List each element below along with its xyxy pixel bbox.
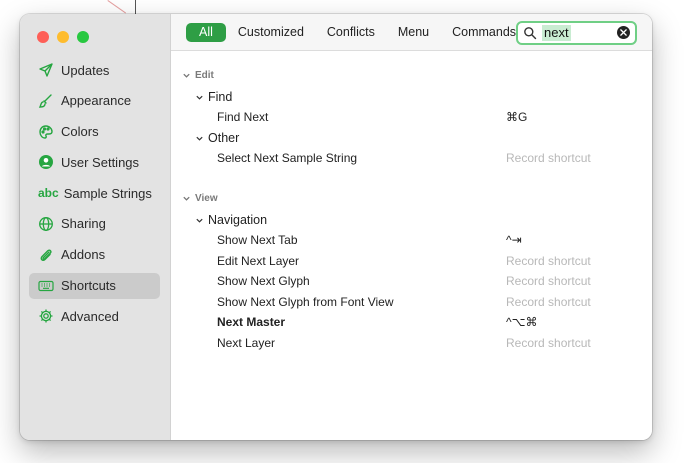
sidebar-item-user-settings[interactable]: User Settings xyxy=(29,149,160,175)
shortcut-row[interactable]: Show Next Tab ^⇥ xyxy=(171,231,652,249)
shortcut-row[interactable]: Find Next ⌘G xyxy=(171,108,652,126)
sidebar-item-shortcuts[interactable]: Shortcuts xyxy=(29,272,160,299)
sidebar-item-appearance[interactable]: Appearance xyxy=(29,88,160,114)
preferences-window: Updates Appearance Colors User Settings xyxy=(20,14,652,440)
filter-customized-button[interactable]: Customized xyxy=(227,23,315,42)
sidebar-item-addons[interactable]: Addons xyxy=(29,242,160,268)
chevron-down-icon xyxy=(194,133,204,143)
record-shortcut-field[interactable]: Record shortcut xyxy=(506,254,591,268)
chevron-down-icon xyxy=(181,193,191,203)
group-header-other[interactable]: Other xyxy=(194,129,239,147)
shortcut-list: Edit Find Find Next ⌘G Other Select Next… xyxy=(171,51,652,440)
chevron-down-icon xyxy=(181,70,191,80)
filter-menu-button[interactable]: Menu xyxy=(387,23,440,42)
shortcut-name: Show Next Glyph xyxy=(217,274,310,288)
search-icon xyxy=(523,26,537,40)
group-title: Other xyxy=(208,131,240,145)
close-button[interactable] xyxy=(37,31,49,43)
filter-conflicts-button[interactable]: Conflicts xyxy=(316,23,386,42)
record-shortcut-field[interactable]: Record shortcut xyxy=(506,336,591,350)
sidebar-nav: Updates Appearance Colors User Settings xyxy=(29,57,160,334)
sidebar-item-sharing[interactable]: Sharing xyxy=(29,211,160,237)
shortcut-row[interactable]: Edit Next Layer Record shortcut xyxy=(171,252,652,270)
sidebar: Updates Appearance Colors User Settings xyxy=(20,14,171,440)
record-shortcut-field[interactable]: Record shortcut xyxy=(506,274,591,288)
search-field[interactable]: next xyxy=(516,21,637,45)
sidebar-item-label: Sharing xyxy=(61,216,106,232)
shortcut-key[interactable]: ^⌥⌘ xyxy=(506,315,537,329)
paper-plane-icon xyxy=(38,62,54,78)
chevron-down-icon xyxy=(194,92,204,102)
traffic-lights xyxy=(37,31,89,43)
person-circle-icon xyxy=(38,154,54,170)
shortcut-row[interactable]: Show Next Glyph Record shortcut xyxy=(171,272,652,290)
gear-icon xyxy=(38,308,54,324)
shortcut-row[interactable]: Show Next Glyph from Font View Record sh… xyxy=(171,293,652,311)
group-header-navigation[interactable]: Navigation xyxy=(194,211,267,229)
shortcut-name: Next Master xyxy=(217,315,286,329)
section-title: View xyxy=(195,192,218,204)
filter-commands-button[interactable]: Commands xyxy=(441,23,527,42)
shortcut-name: Show Next Glyph from Font View xyxy=(217,295,394,309)
group-title: Find xyxy=(208,90,233,104)
shortcut-row[interactable]: Next Master ^⌥⌘ xyxy=(171,313,652,331)
main-pane: All Customized Conflicts Menu Commands n… xyxy=(171,14,652,440)
shortcut-row[interactable]: Next Layer Record shortcut xyxy=(171,334,652,352)
shortcut-name: Find Next xyxy=(217,110,269,124)
paperclip-icon xyxy=(38,247,54,263)
sidebar-item-label: Appearance xyxy=(61,93,132,109)
group-header-find[interactable]: Find xyxy=(194,88,232,106)
sidebar-item-label: Sample Strings xyxy=(63,185,152,201)
shortcut-key[interactable]: ⌘G xyxy=(506,110,527,124)
background-line xyxy=(135,0,136,14)
record-shortcut-field[interactable]: Record shortcut xyxy=(506,151,591,165)
paintbrush-icon xyxy=(38,93,54,109)
zoom-button[interactable] xyxy=(77,31,89,43)
sidebar-item-colors[interactable]: Colors xyxy=(29,119,160,145)
section-header-edit[interactable]: Edit xyxy=(181,66,214,84)
sidebar-item-label: User Settings xyxy=(61,154,140,170)
globe-icon xyxy=(38,216,54,232)
record-shortcut-field[interactable]: Record shortcut xyxy=(506,295,591,309)
sidebar-item-label: Advanced xyxy=(61,308,119,324)
sidebar-item-sample-strings[interactable]: abc Sample Strings xyxy=(29,180,160,206)
shortcut-row[interactable]: Select Next Sample String Record shortcu… xyxy=(171,149,652,167)
shortcut-name: Next Layer xyxy=(217,336,276,350)
clear-search-icon[interactable] xyxy=(617,26,630,39)
palette-icon xyxy=(38,124,54,140)
abc-icon: abc xyxy=(38,186,59,201)
group-title: Navigation xyxy=(208,213,268,227)
shortcut-key[interactable]: ^⇥ xyxy=(506,233,522,247)
filter-all-button[interactable]: All xyxy=(186,23,226,42)
sidebar-item-advanced[interactable]: Advanced xyxy=(29,303,160,329)
filter-segmented-control: All Customized Conflicts Menu Commands xyxy=(186,23,528,42)
sidebar-item-label: Shortcuts xyxy=(61,278,116,294)
sidebar-item-label: Updates xyxy=(61,62,110,78)
chevron-down-icon xyxy=(194,215,204,225)
keyboard-icon xyxy=(38,278,54,294)
shortcut-name: Select Next Sample String xyxy=(217,151,358,165)
search-input[interactable]: next xyxy=(542,25,571,41)
sidebar-item-label: Colors xyxy=(61,124,99,140)
sidebar-item-label: Addons xyxy=(61,247,106,263)
section-title: Edit xyxy=(195,69,214,81)
section-header-view[interactable]: View xyxy=(181,189,218,207)
minimize-button[interactable] xyxy=(57,31,69,43)
sidebar-item-updates[interactable]: Updates xyxy=(29,57,160,83)
filter-toolbar: All Customized Conflicts Menu Commands n… xyxy=(171,14,652,51)
shortcut-name: Show Next Tab xyxy=(217,233,298,247)
shortcut-name: Edit Next Layer xyxy=(217,254,300,268)
background-line-red xyxy=(107,0,127,14)
